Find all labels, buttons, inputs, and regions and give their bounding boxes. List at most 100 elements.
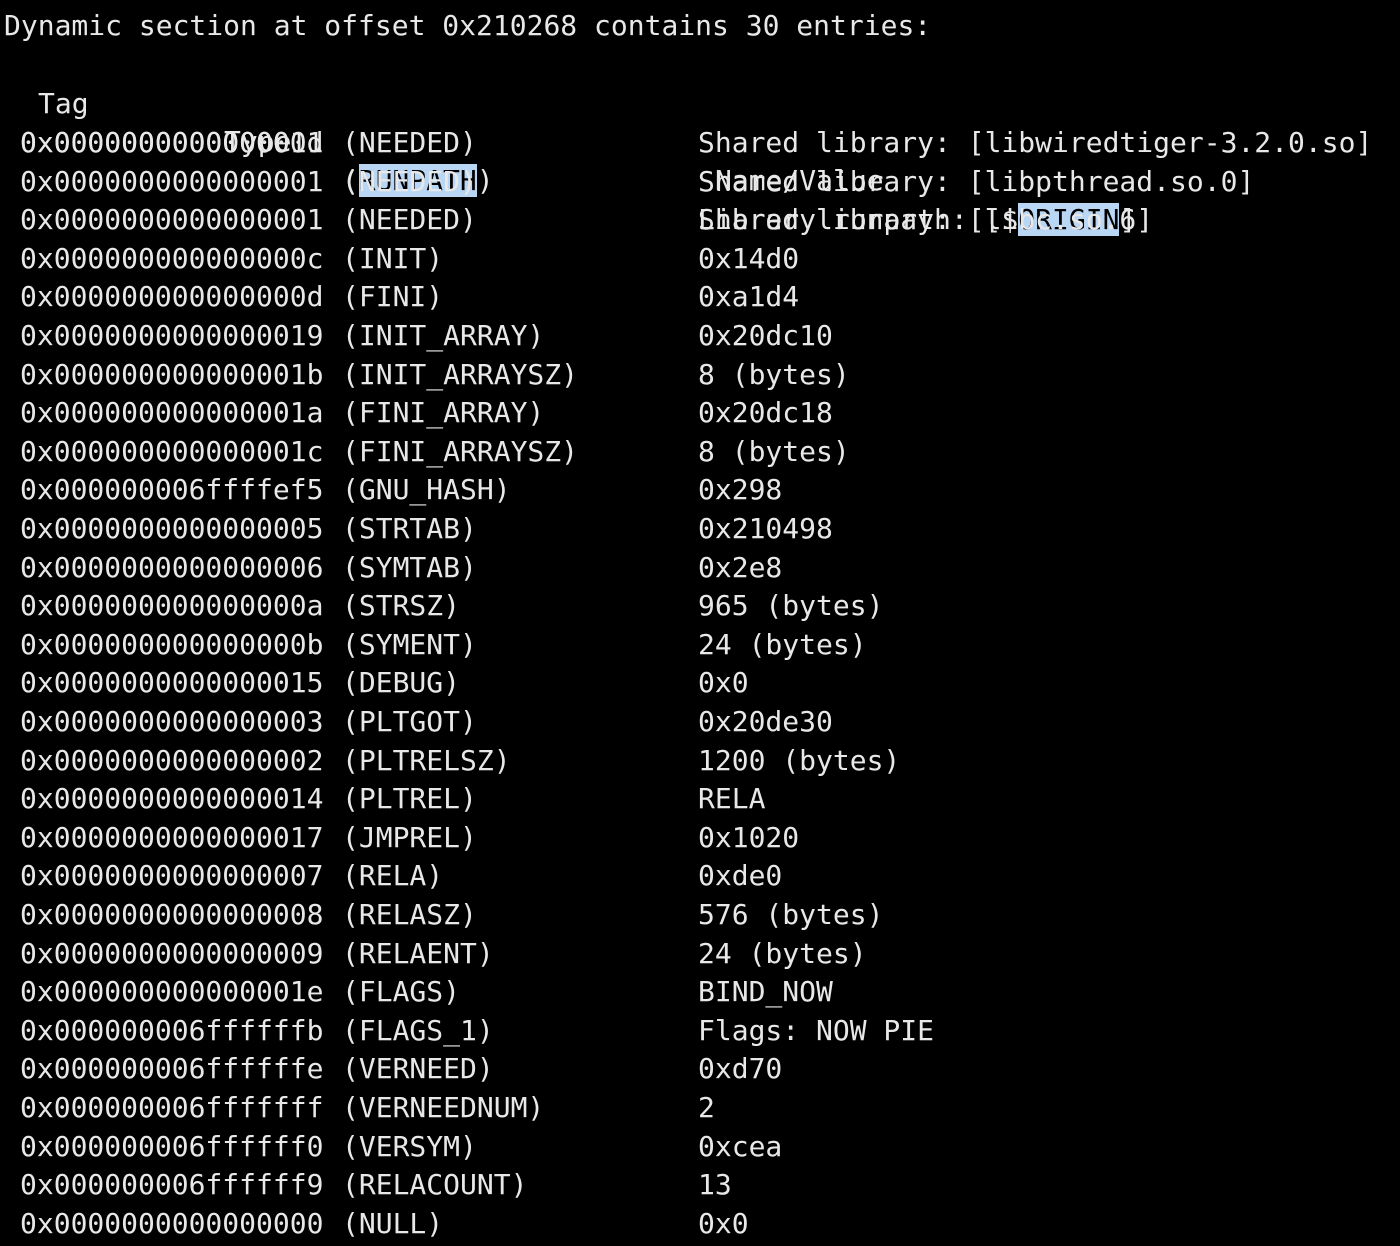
row-value: 8 (bytes) <box>698 357 850 391</box>
row-tag: 0x000000000000001b <box>20 357 324 391</box>
row-value: 0x20dc18 <box>698 396 833 430</box>
row-value: Shared library: [libc.so.6] <box>698 203 1154 237</box>
row-type: (FINI) <box>342 280 444 314</box>
row-type: (INIT_ARRAY) <box>342 319 545 352</box>
row-value: 0xd70 <box>698 1052 783 1086</box>
row-value: 13 <box>698 1168 732 1202</box>
table-row: 0x000000006ffffffe (VERNEED) 0xd70 <box>0 1050 1400 1089</box>
row-value: Shared library: [libpthread.so.0] <box>698 164 1255 198</box>
row-tag: 0x0000000000000009 <box>20 936 324 970</box>
row-value: RELA <box>698 782 766 816</box>
table-row: 0x000000000000001b (INIT_ARRAYSZ) 8 (bytes… <box>0 356 1400 395</box>
row-value: 0x20de30 <box>698 705 833 738</box>
terminal-output: Dynamic section at offset 0x210268 conta… <box>0 0 1400 1246</box>
table-row: 0x000000000000000a (STRSZ) 965 (bytes) <box>0 587 1400 626</box>
row-type: (FLAGS_1) <box>342 1013 494 1047</box>
row-type: (PLTREL) <box>342 782 477 816</box>
row-value: 0x0 <box>698 1206 749 1240</box>
table-row: 0x0000000000000001 (NEEDED) Shared library… <box>0 163 1400 202</box>
row-type: (RELA) <box>342 859 444 893</box>
table-row: 0x0000000000000005 (STRTAB) 0x210498 <box>0 510 1400 549</box>
row-value: 1200 (bytes) <box>698 743 901 777</box>
row-tag: 0x0000000000000008 <box>20 898 324 931</box>
row-tag: 0x0000000000000001 <box>20 164 324 198</box>
row-tag: 0x0000000000000005 <box>20 512 324 545</box>
row-tag: 0x000000000000001e <box>20 975 324 1009</box>
row-tag: 0x000000006ffffef5 <box>20 473 324 507</box>
row-value: 576 (bytes) <box>698 898 884 931</box>
table-row: 0x0000000000000017 (JMPREL) 0x1020 <box>0 819 1400 858</box>
table-row: 0x0000000000000000 (NULL) 0x0 <box>0 1205 1400 1244</box>
row-tag: 0x0000000000000001 <box>20 126 324 159</box>
row-type: (DEBUG) <box>342 666 461 700</box>
row-value: 0xcea <box>698 1129 783 1163</box>
table-row: 0x000000000000001c (FINI_ARRAYSZ) 8 (bytes… <box>0 433 1400 472</box>
row-tag: 0x000000000000000b <box>20 627 324 661</box>
row-type: (FINI_ARRAY) <box>342 396 545 430</box>
row-value: BIND_NOW <box>698 975 833 1009</box>
row-value: 0xde0 <box>698 859 783 893</box>
table-row: 0x000000006ffffff0 (VERSYM) 0xcea <box>0 1128 1400 1167</box>
row-value: 8 (bytes) <box>698 434 850 468</box>
row-tag: 0x000000000000000d <box>20 280 324 314</box>
row-tag: 0x0000000000000000 <box>20 1206 324 1240</box>
row-tag: 0x0000000000000019 <box>20 319 324 352</box>
row-value: Shared library: [libwiredtiger-3.2.0.so] <box>698 126 1373 159</box>
row-value: 0x1020 <box>698 820 800 854</box>
row-tag: 0x000000000000000a <box>20 589 324 623</box>
row-tag: 0x0000000000000007 <box>20 859 324 893</box>
row-type: (STRSZ) <box>342 589 461 623</box>
row-type: (VERNEEDNUM) <box>342 1091 545 1124</box>
table-row: 0x000000006ffffef5 (GNU_HASH) 0x298 <box>0 471 1400 510</box>
row-type: (STRTAB) <box>342 512 477 545</box>
table-row: 0x0000000000000001 (NEEDED) Shared library… <box>0 124 1400 163</box>
table-row: 0x000000000000001e (FLAGS) BIND_NOW <box>0 973 1400 1012</box>
column-header-row: Tag Type Name/Value <box>0 46 1400 197</box>
row-type: (PLTGOT) <box>342 705 477 738</box>
table-row: 0x0000000000000014 (PLTREL) RELA <box>0 780 1400 819</box>
table-row: 0x000000000000000b (SYMENT) 24 (bytes) <box>0 626 1400 665</box>
table-row: 0x000000000000001a (FINI_ARRAY) 0x20dc18 <box>0 394 1400 433</box>
row-value: 0x298 <box>698 473 783 507</box>
row-type: (FLAGS) <box>342 975 461 1009</box>
row-tag: 0x0000000000000017 <box>20 820 324 854</box>
row-tag: 0x0000000000000014 <box>20 782 324 816</box>
row-type: (SYMTAB) <box>342 550 477 584</box>
row-value: 24 (bytes) <box>698 936 867 970</box>
table-row: 0x000000006fffffff (VERNEEDNUM) 2 <box>0 1089 1400 1128</box>
row-tag: 0x000000006ffffffe <box>20 1052 324 1086</box>
row-value: 0xa1d4 <box>698 280 800 314</box>
table-row: 0x0000000000000019 (INIT_ARRAY) 0x20dc10 <box>0 317 1400 356</box>
row-type: (NEEDED) <box>342 126 477 159</box>
row-type: (RELAENT) <box>342 936 494 970</box>
row-type: (INIT) <box>342 241 444 275</box>
table-row: 0x0000000000000009 (RELAENT) 24 (bytes) <box>0 935 1400 974</box>
row-value: 0x210498 <box>698 512 833 545</box>
row-tag: 0x000000006ffffffb <box>20 1013 324 1047</box>
row-type: (NEEDED) <box>342 164 477 198</box>
table-row: 0x0000000000000007 (RELA) 0xde0 <box>0 857 1400 896</box>
row-tag: 0x000000006fffffff <box>20 1091 324 1124</box>
row-type: (INIT_ARRAYSZ) <box>342 357 579 391</box>
table-row: 0x0000000000000001 (NEEDED) Shared library… <box>0 201 1400 240</box>
table-row: 0x0000000000000003 (PLTGOT) 0x20de30 <box>0 703 1400 742</box>
section-title: Dynamic section at offset 0x210268 conta… <box>4 9 932 42</box>
row-value: 0x14d0 <box>698 241 800 275</box>
row-type: (FINI_ARRAYSZ) <box>342 434 579 468</box>
row-value: Flags: NOW PIE <box>698 1013 935 1047</box>
row-tag: 0x0000000000000003 <box>20 705 324 738</box>
row-type: (JMPREL) <box>342 820 477 854</box>
row-value: 0x2e8 <box>698 550 783 584</box>
table-row: 0x0000000000000006 (SYMTAB) 0x2e8 <box>0 549 1400 588</box>
table-row: 0x0000000000000008 (RELASZ) 576 (bytes) <box>0 896 1400 935</box>
row-type: (VERSYM) <box>342 1129 477 1163</box>
row-type: (RELACOUNT) <box>342 1168 528 1202</box>
row-tag: 0x000000006ffffff0 <box>20 1129 324 1163</box>
row-type: (NULL) <box>342 1206 444 1240</box>
row-tag: 0x0000000000000001 <box>20 203 324 237</box>
table-row: 0x000000000000000c (INIT) 0x14d0 <box>0 240 1400 279</box>
row-tag: 0x0000000000000015 <box>20 666 324 700</box>
row-type: (NEEDED) <box>342 203 477 237</box>
row-type: (PLTRELSZ) <box>342 743 511 777</box>
table-row: 0x000000006ffffffb (FLAGS_1) Flags: NOW PI… <box>0 1012 1400 1051</box>
